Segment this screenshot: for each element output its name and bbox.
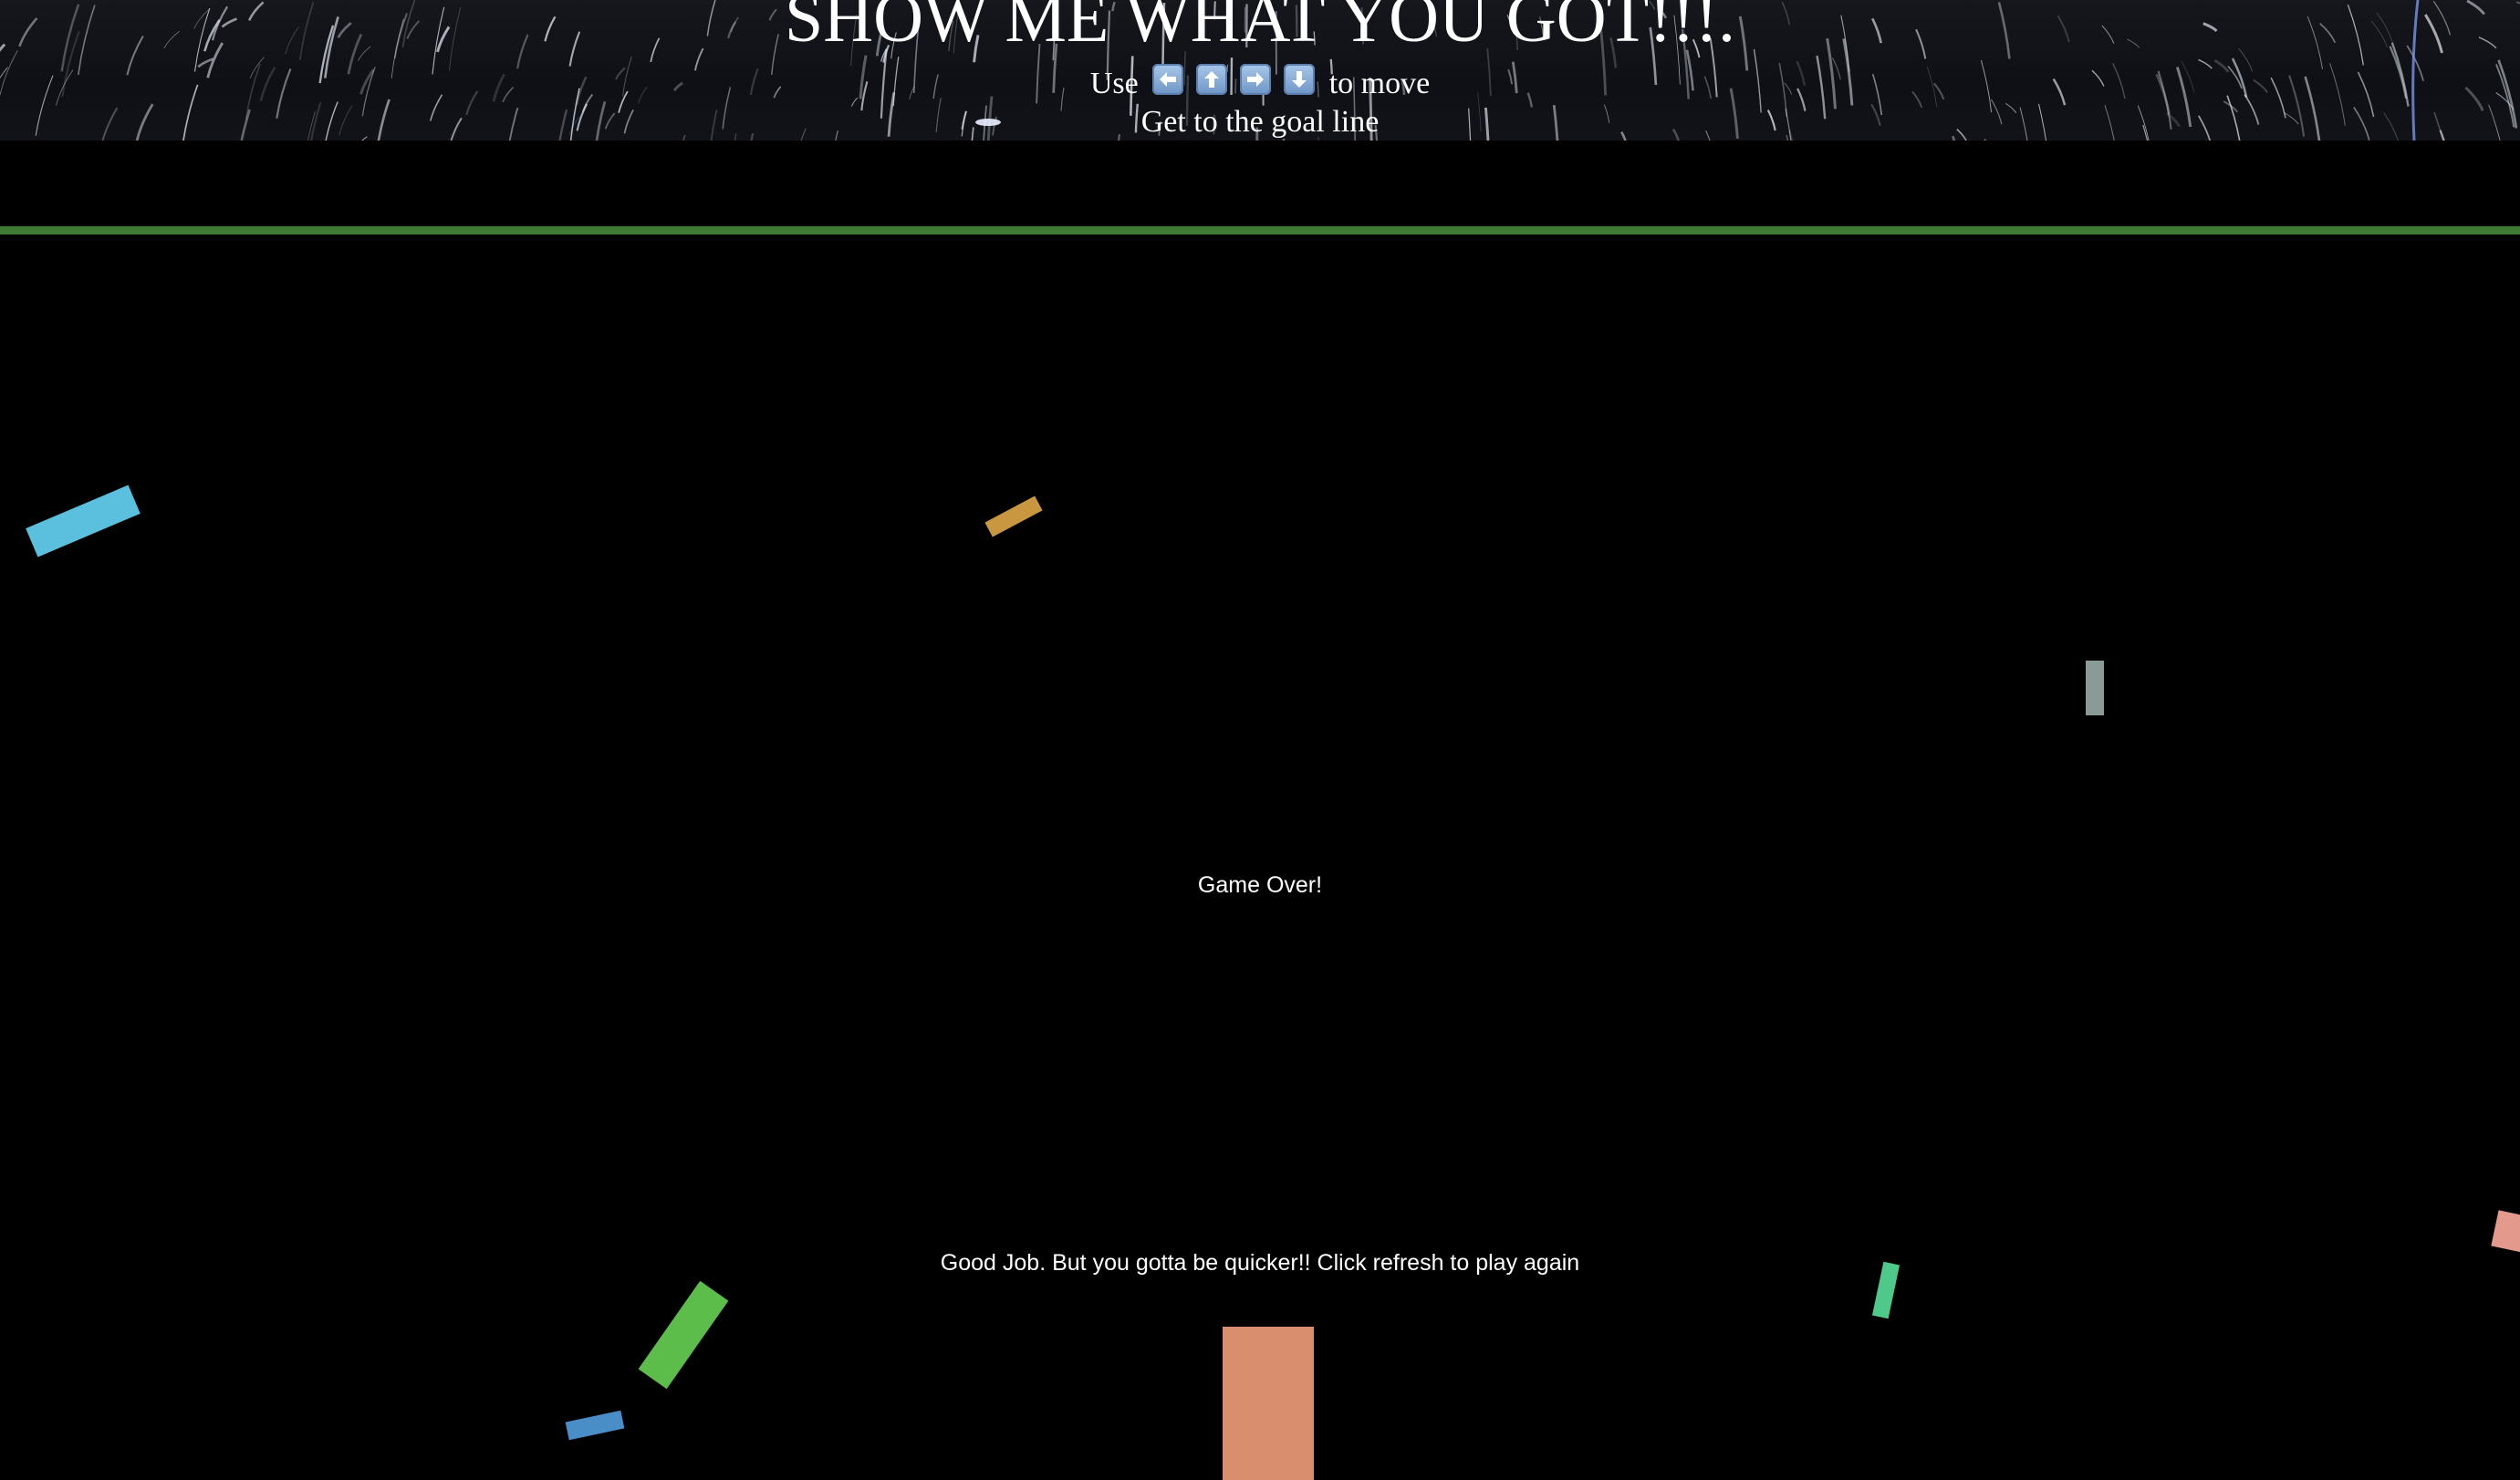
obstacle-cyan <box>26 485 141 558</box>
player-block[interactable] <box>1223 1327 1314 1480</box>
obstacle-salmon <box>2491 1210 2520 1254</box>
goal-instruction: Get to the goal line <box>1140 105 1380 139</box>
up-arrow-key-icon <box>1196 64 1228 95</box>
result-message: Good Job. But you gotta be quicker!! Cli… <box>940 1250 1580 1276</box>
game-over-message: Game Over! <box>1197 872 1323 898</box>
instructions-prefix: Use <box>1089 67 1139 100</box>
down-arrow-key-icon <box>1284 64 1316 95</box>
obstacle-blue <box>565 1410 625 1441</box>
left-arrow-key-icon <box>1152 64 1184 95</box>
obstacle-orange <box>984 495 1043 537</box>
page-title: SHOW ME WHAT YOU GOT!!!. <box>784 0 1736 57</box>
obstacle-green <box>638 1280 729 1390</box>
instructions-suffix: to move <box>1328 67 1431 100</box>
header-banner: SHOW ME WHAT YOU GOT!!!. Use to move Get… <box>0 0 2520 141</box>
goal-line <box>0 226 2520 235</box>
right-arrow-key-icon <box>1240 64 1272 95</box>
obstacle-gray <box>2086 661 2104 715</box>
instructions-line: Use to move <box>0 64 2520 103</box>
game-canvas[interactable]: Game Over! Good Job. But you gotta be qu… <box>0 141 2520 1480</box>
